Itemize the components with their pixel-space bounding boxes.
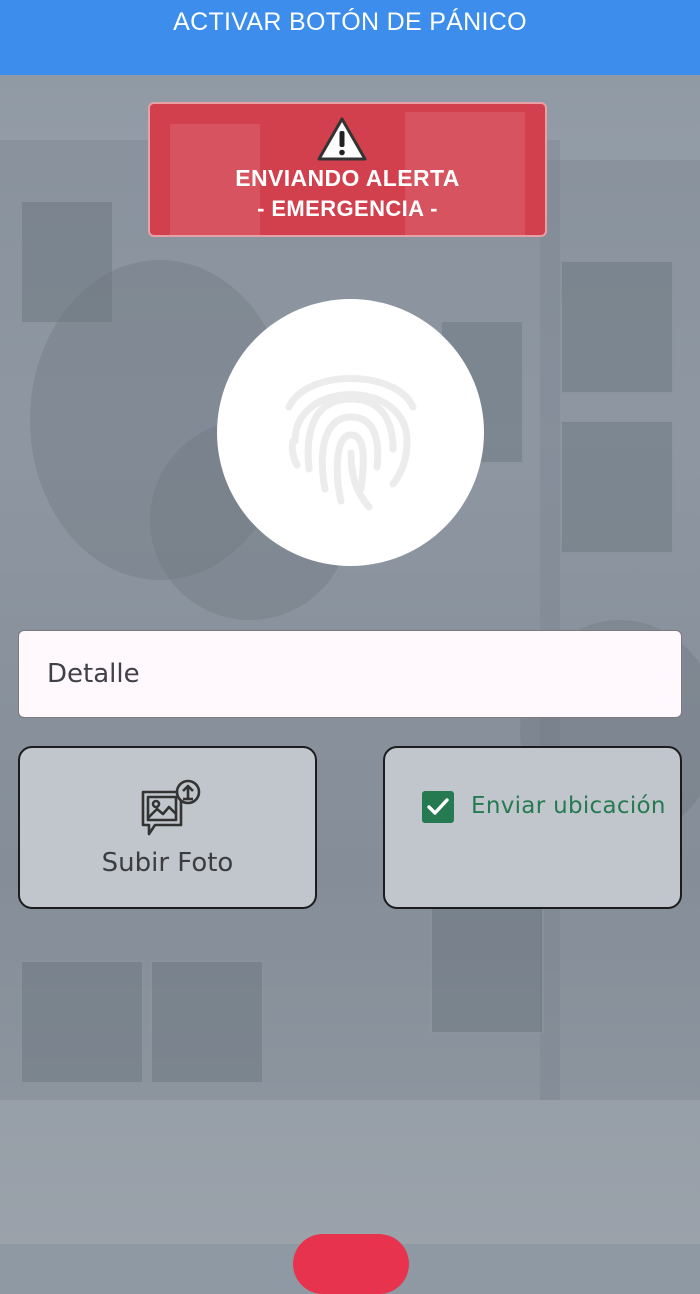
alert-banner: ENVIANDO ALERTA - EMERGENCIA - (148, 102, 547, 237)
send-location-card[interactable]: Enviar ubicación (383, 746, 682, 909)
page-title: ACTIVAR BOTÓN DE PÁNICO (173, 8, 527, 36)
check-icon (427, 798, 449, 815)
alert-line2: - EMERGENCIA - (257, 196, 438, 221)
send-location-label: Enviar ubicación (471, 793, 666, 819)
alert-line1: ENVIANDO ALERTA (235, 165, 460, 191)
detail-input[interactable] (18, 630, 682, 718)
panic-button[interactable] (217, 299, 484, 566)
upload-photo-button[interactable]: Subir Foto (18, 746, 317, 909)
warning-triangle-icon (317, 117, 367, 161)
fingerprint-icon (285, 375, 417, 511)
bottom-action-button[interactable] (293, 1234, 409, 1294)
image-upload-icon (141, 779, 201, 836)
upload-photo-label: Subir Foto (101, 848, 234, 878)
send-location-checkbox[interactable] (422, 791, 454, 823)
app-header: ACTIVAR BOTÓN DE PÁNICO (0, 0, 700, 75)
